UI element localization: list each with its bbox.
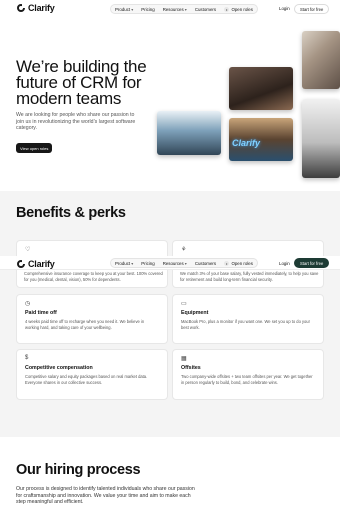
laptop-icon: ▭ xyxy=(181,301,187,307)
brand-name: Clarify xyxy=(28,3,55,13)
team-photo-meeting xyxy=(229,67,293,110)
benefit-title: Offsites xyxy=(181,365,201,371)
brand-logo[interactable]: Clarify xyxy=(17,3,55,13)
main-nav-pill: Product Pricing Resources Customers • Op… xyxy=(110,4,258,14)
benefits-title: Benefits & perks xyxy=(16,205,126,221)
open-roles-badge: • xyxy=(224,260,230,266)
nav-item-pricing[interactable]: Pricing xyxy=(141,261,154,266)
nav-item-pricing[interactable]: Pricing xyxy=(141,7,154,12)
nav-item-product[interactable]: Product xyxy=(115,261,133,266)
hiring-title: Our hiring process xyxy=(16,462,141,478)
nav-item-resources[interactable]: Resources xyxy=(163,7,187,12)
building-icon: ▦ xyxy=(181,356,187,362)
top-nav: Clarify Product Pricing Resources Custom… xyxy=(0,0,340,17)
team-photo-portrait xyxy=(302,31,340,89)
benefit-title: Paid time off xyxy=(25,310,57,316)
open-roles-label: Open roles xyxy=(231,6,253,12)
benefit-desc: Competitive salary and equity packages b… xyxy=(25,374,148,385)
nav-item-customers[interactable]: Customers xyxy=(195,7,216,12)
nav-item-resources[interactable]: Resources xyxy=(163,261,187,266)
brand-logo[interactable]: Clarify xyxy=(17,259,55,269)
heart-icon: ♡ xyxy=(25,247,31,253)
open-roles-badge: • xyxy=(224,6,230,12)
main-nav-pill: Product Pricing Resources Customers • Op… xyxy=(110,258,258,268)
start-free-button[interactable]: Start for free xyxy=(294,258,330,268)
office-sign-photo: Clarify xyxy=(229,118,293,161)
benefit-title: Competitive compensation xyxy=(25,365,93,371)
office-photo xyxy=(157,111,221,155)
benefit-desc-insurance: Comprehensive insurance coverage to keep… xyxy=(24,271,163,282)
dollar-icon: $ xyxy=(25,355,29,361)
sticky-nav: Clarify Product Pricing Resources Custom… xyxy=(0,256,340,270)
benefit-title: Equipment xyxy=(181,310,209,316)
hiring-text: Our process is designed to identify tale… xyxy=(16,486,195,506)
benefit-card-pto: ◷ Paid time off 4 weeks paid time off to… xyxy=(16,294,168,344)
benefit-desc: MacBook Pro, plus a monitor if you want … xyxy=(181,319,310,330)
clarify-logo-icon xyxy=(17,4,26,12)
benefit-card-compensation: $ Competitive compensation Competitive s… xyxy=(16,349,168,400)
login-link[interactable]: Login xyxy=(279,261,290,266)
benefit-desc: Two company-wide offsites + two team off… xyxy=(181,374,313,385)
handshake-icon: ⚘ xyxy=(181,247,187,253)
workspace-photo xyxy=(302,99,340,178)
hero-subtitle: We are looking for people who share our … xyxy=(16,112,136,132)
hero-title: We’re building the future of CRM for mod… xyxy=(16,57,147,108)
brand-name: Clarify xyxy=(28,259,55,269)
benefit-desc-retirement: We match 3% of your base salary, fully v… xyxy=(180,271,319,282)
benefit-card-offsites: ▦ Offsites Two company-wide offsites + t… xyxy=(172,349,324,400)
nav-item-product[interactable]: Product xyxy=(115,7,133,12)
view-open-roles-button[interactable]: View open roles xyxy=(16,143,53,153)
clarify-logo-icon xyxy=(17,260,26,268)
nav-item-open-roles[interactable]: • Open roles xyxy=(224,6,253,12)
login-link[interactable]: Login xyxy=(279,6,290,11)
nav-item-open-roles[interactable]: • Open roles xyxy=(224,260,253,266)
benefit-card-equipment: ▭ Equipment MacBook Pro, plus a monitor … xyxy=(172,294,324,344)
benefit-desc: 4 weeks paid time off to recharge when y… xyxy=(25,319,145,330)
clock-icon: ◷ xyxy=(25,301,31,307)
neon-sign-text: Clarify xyxy=(232,138,261,148)
nav-item-customers[interactable]: Customers xyxy=(195,261,216,266)
start-free-button[interactable]: Start for free xyxy=(294,4,330,14)
open-roles-label: Open roles xyxy=(231,260,253,266)
